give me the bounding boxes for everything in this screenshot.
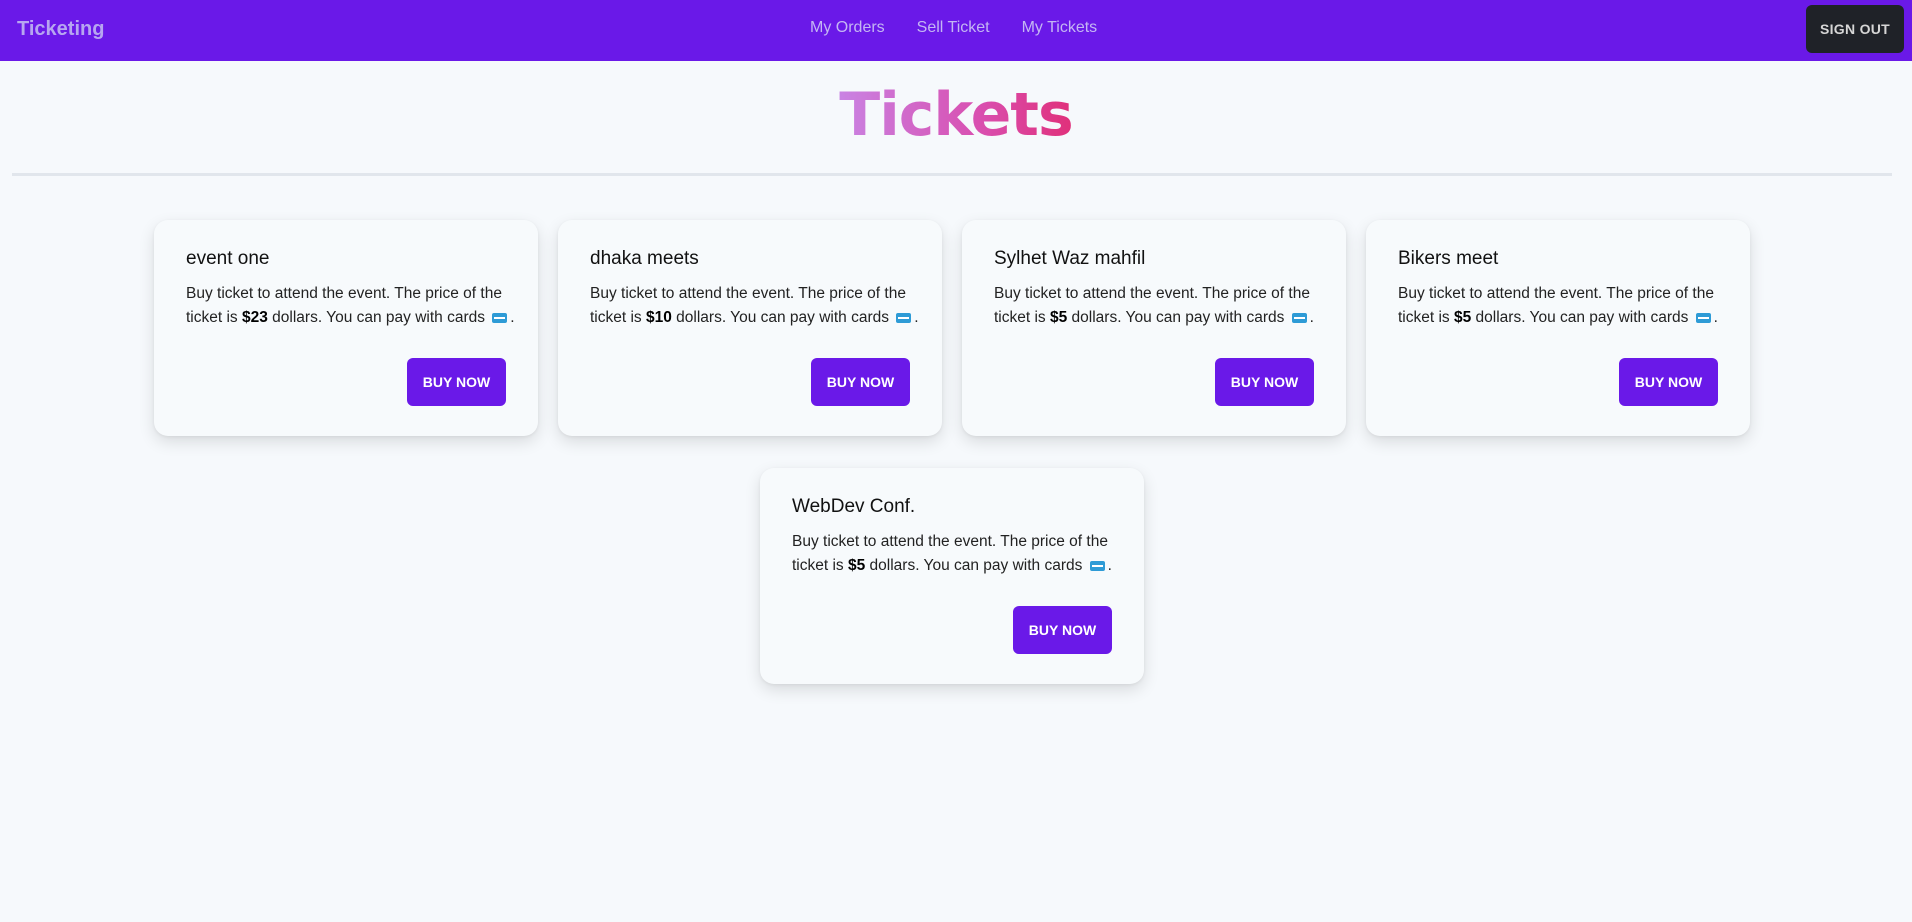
card-text: dollars. You can pay with cards	[267, 309, 490, 326]
nav-link-sell-ticket[interactable]: Sell Ticket	[917, 19, 990, 37]
nav-link-my-tickets[interactable]: My Tickets	[1022, 19, 1098, 37]
ticket-card: event one Buy ticket to attend the event…	[154, 220, 538, 436]
top-navbar: Ticketing My Orders Sell Ticket My Ticke…	[0, 0, 1912, 61]
buy-now-button[interactable]: BUY NOW	[811, 358, 910, 406]
card-title: Sylhet Waz mahfil	[994, 248, 1146, 269]
page-title-text: Tickets	[839, 80, 1073, 150]
card-description: Buy ticket to attend the event. The pric…	[1398, 282, 1728, 330]
card-price: $23	[241, 309, 268, 326]
card-text: .	[1713, 309, 1718, 326]
card-text: .	[1107, 557, 1112, 574]
buy-now-button[interactable]: BUY NOW	[1619, 358, 1718, 406]
card-text: dollars. You can pay with cards	[1067, 309, 1289, 326]
buy-now-button[interactable]: BUY NOW	[1215, 358, 1314, 406]
ticket-card: Sylhet Waz mahfil Buy ticket to attend t…	[962, 220, 1346, 436]
credit-card-icon	[1695, 313, 1711, 323]
card-price: $5	[1453, 309, 1472, 326]
card-text: .	[1309, 309, 1314, 326]
buy-now-button[interactable]: BUY NOW	[1013, 606, 1112, 654]
page-title: Tickets	[0, 80, 1912, 150]
card-text: dollars. You can pay with cards	[1471, 309, 1693, 326]
brand-link[interactable]: Ticketing	[17, 18, 104, 41]
card-text: dollars. You can pay with cards	[671, 309, 894, 326]
card-text: .	[914, 309, 919, 326]
card-title: dhaka meets	[590, 248, 699, 269]
card-title: event one	[186, 248, 270, 269]
card-price: $5	[1049, 309, 1068, 326]
credit-card-icon	[1089, 561, 1105, 571]
divider	[12, 173, 1892, 176]
ticket-card: WebDev Conf. Buy ticket to attend the ev…	[760, 468, 1144, 684]
credit-card-icon	[1291, 313, 1307, 323]
nav-links: My Orders Sell Ticket My Tickets	[810, 19, 1097, 37]
card-title: WebDev Conf.	[792, 496, 916, 517]
card-price: $5	[847, 557, 866, 574]
card-description: Buy ticket to attend the event. The pric…	[186, 282, 516, 330]
nav-link-my-orders[interactable]: My Orders	[810, 19, 885, 37]
card-description: Buy ticket to attend the event. The pric…	[994, 282, 1324, 330]
ticket-card: Bikers meet Buy ticket to attend the eve…	[1366, 220, 1750, 436]
card-text: dollars. You can pay with cards	[865, 557, 1087, 574]
buy-now-button[interactable]: BUY NOW	[407, 358, 506, 406]
card-description: Buy ticket to attend the event. The pric…	[792, 530, 1122, 578]
sign-out-button[interactable]: SIGN OUT	[1806, 5, 1904, 53]
ticket-card: dhaka meets Buy ticket to attend the eve…	[558, 220, 942, 436]
card-price: $10	[645, 309, 672, 326]
card-description: Buy ticket to attend the event. The pric…	[590, 282, 920, 330]
credit-card-icon	[492, 313, 508, 323]
card-title: Bikers meet	[1398, 248, 1499, 269]
card-text: .	[510, 309, 515, 326]
credit-card-icon	[896, 313, 912, 323]
